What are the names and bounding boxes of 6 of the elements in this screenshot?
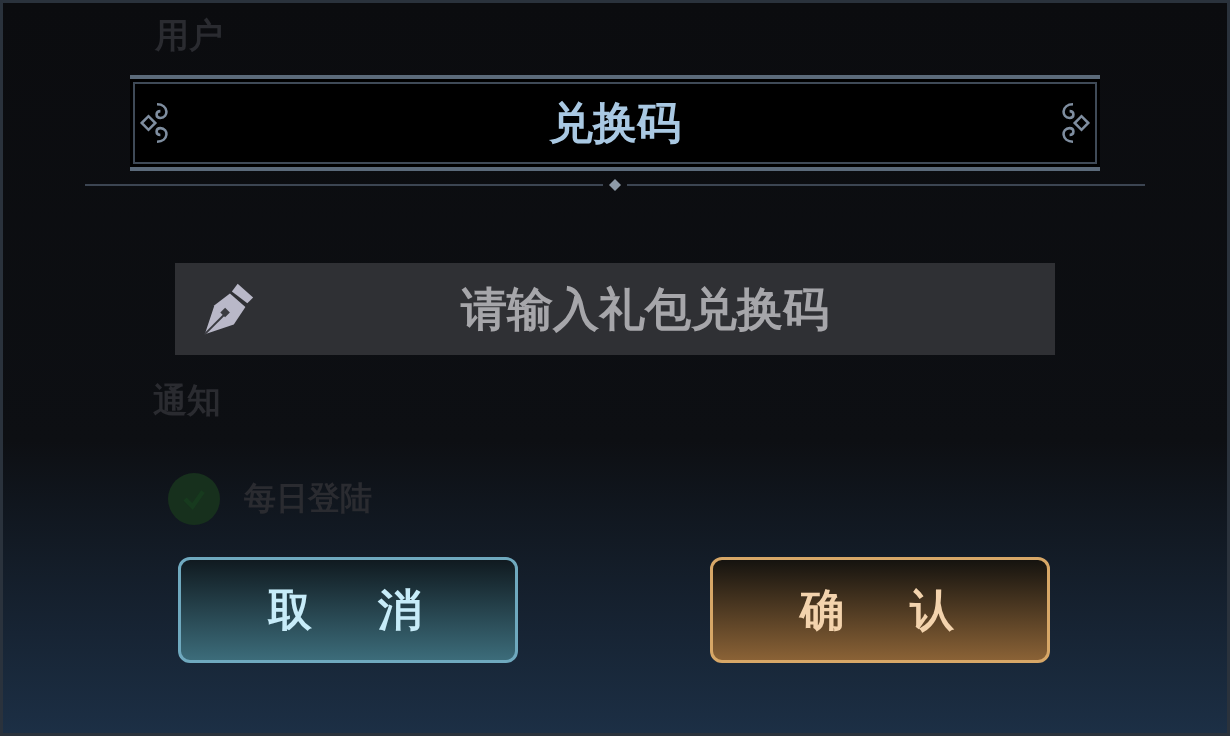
checkbox[interactable]	[168, 473, 220, 525]
confirm-button[interactable]: 确认	[710, 557, 1050, 663]
cancel-button[interactable]: 取消	[178, 557, 518, 663]
diamond-icon	[609, 179, 621, 191]
dialog-title: 兑换码	[549, 95, 681, 150]
code-input-field[interactable]: 请输入礼包兑换码	[175, 263, 1055, 355]
